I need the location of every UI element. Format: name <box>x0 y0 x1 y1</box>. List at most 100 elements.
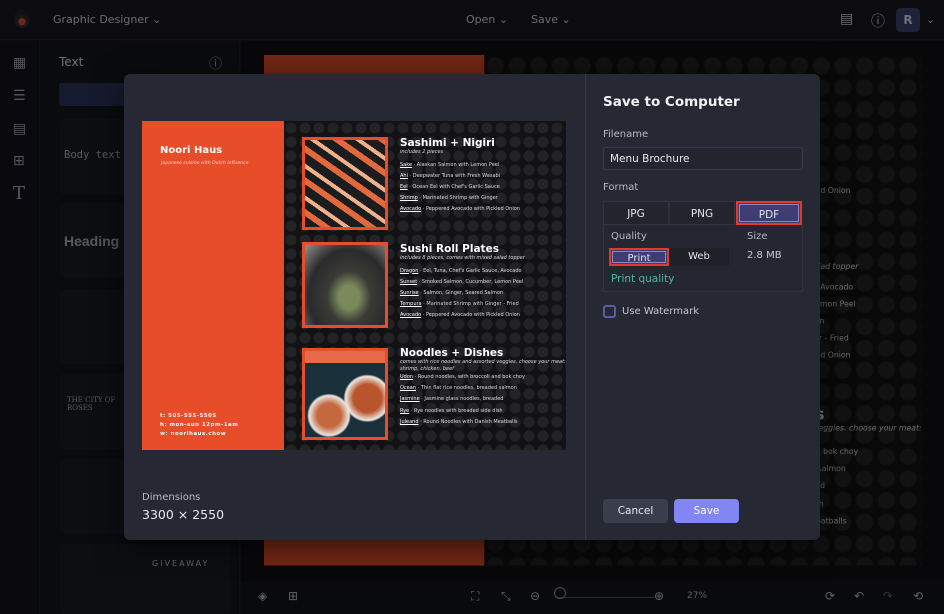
zoom-slider-handle[interactable] <box>554 587 566 599</box>
section-title: Sushi Roll Plates <box>400 243 499 255</box>
menu-item-text: Jasmine <box>400 396 420 403</box>
menu-item-text: Tempura <box>400 301 422 308</box>
giveaway-card[interactable]: GIVEAWAY <box>150 544 230 614</box>
menu-item: Ocean · Thin flat rice noodles, breaded … <box>400 385 566 396</box>
info-icon[interactable]: ⓘ <box>209 53 222 72</box>
menu-item-text: Dragon <box>400 267 419 274</box>
contact-hours: h: mon-sun 12pm-1am <box>160 422 239 428</box>
noodles-photo <box>302 348 388 440</box>
filename-input[interactable]: Menu Brochure <box>603 147 803 170</box>
menu-item: Juleand · Round Noodles with Danish Meat… <box>400 419 566 430</box>
menu-item-text: Eel <box>400 183 408 190</box>
menu-item-text: · Peppered Avocado with Pickled Onion <box>421 312 520 319</box>
menu-item: Dragon · Eel, Tuna, Chef's Garlic Sauce,… <box>400 268 566 279</box>
menu-item: Eel · Ocean Eel with Chef's Garlic Sauce <box>400 184 566 195</box>
templates-icon[interactable]: ▦ <box>13 55 26 71</box>
project-menu[interactable]: Graphic Designer ⌄ <box>53 13 161 26</box>
top-bar: Graphic Designer ⌄ Open ⌄ Save ⌄ ▤ ⓘ R ⌄ <box>0 0 944 40</box>
quality-web-button[interactable]: Web <box>669 248 729 266</box>
avatar[interactable]: R <box>896 8 920 32</box>
quality-box: Quality Print Web Size 2.8 MB Print qual… <box>603 226 803 292</box>
chevron-down-icon: ⌄ <box>498 13 509 26</box>
watermark-checkbox[interactable] <box>603 305 616 318</box>
menu-item-text: Ahi <box>400 172 408 179</box>
format-jpg-button[interactable]: JPG <box>603 201 669 225</box>
watermark-label[interactable]: Use Watermark <box>622 306 699 317</box>
restaurant-name: Noori Haus <box>160 145 223 156</box>
app-logo[interactable] <box>14 10 30 28</box>
zoom-in-icon[interactable]: ⊕ <box>654 589 664 603</box>
section-subtitle: includes 8 pieces, comes with mixed sala… <box>400 255 525 261</box>
grid-icon[interactable]: ⊞ <box>288 589 298 603</box>
zoom-out-icon[interactable]: ⊖ <box>530 589 540 603</box>
avatar-chevron-icon[interactable]: ⌄ <box>926 13 935 26</box>
menu-item-text: Ocean <box>400 385 416 392</box>
format-pdf-button[interactable]: PDF <box>736 201 802 225</box>
elements-icon[interactable]: ⊞ <box>13 153 25 169</box>
open-menu[interactable]: Open ⌄ <box>466 13 508 26</box>
section-title: Sashimi + Nigiri <box>400 137 495 149</box>
cancel-button[interactable]: Cancel <box>603 499 668 523</box>
section-subtitle: comes with rice noodles and assorted veg… <box>400 359 566 372</box>
menu-item-text: · Salmon, Ginger, Seared Salmon <box>418 289 504 296</box>
brochure-preview: Noori Haus Japanese cuisine with Dutch i… <box>142 121 566 450</box>
menu-item: Sake · Alaskan Salmon with Lemon Peel <box>400 162 566 173</box>
menu-item: Tempura · Marinated Shrimp with Ginger -… <box>400 301 566 312</box>
save-menu[interactable]: Save ⌄ <box>531 13 571 26</box>
layout-icon[interactable]: ▤ <box>13 121 26 137</box>
card-label: Heading <box>64 233 120 249</box>
layers-icon[interactable]: ◈ <box>258 589 267 603</box>
menu-item-text: · Marinated Shrimp with Ginger <box>417 195 498 202</box>
menu-item-text: · Jasmine glass noodles, breaded <box>419 396 504 403</box>
menu-item-text: · Eel, Tuna, Chef's Garlic Sauce, Avocad… <box>418 267 522 274</box>
restaurant-tagline: Japanese cuisine with Dutch influence <box>161 161 249 166</box>
quality-print-button[interactable]: Print <box>609 248 669 266</box>
bottom-toolbar: ◈ ⊞ ⛶ ⤡ ⊖ ⊕ 27% ⟳ ↶ ↷ ⟲ <box>241 581 944 614</box>
size-label: Size <box>747 231 768 242</box>
menu-item-text: Juleand <box>400 418 419 425</box>
menu-item-text: · Rye noodles with breaded side dish <box>409 407 503 414</box>
adjust-icon[interactable]: ☰ <box>13 88 26 104</box>
menu-item-text: · Alaskan Salmon with Lemon Peel <box>412 161 500 168</box>
undo-icon[interactable]: ↶ <box>854 589 864 603</box>
brochure-cover-panel <box>142 121 284 450</box>
menu-item: Shrimp · Marinated Shrimp with Ginger <box>400 195 566 206</box>
zoom-slider[interactable] <box>555 597 655 598</box>
help-icon[interactable]: ⓘ <box>871 11 885 31</box>
menu-section: Sashimi + Nigiriincludes 2 pieces Sake ·… <box>400 137 566 217</box>
save-dialog: Noori Haus Japanese cuisine with Dutch i… <box>124 74 820 540</box>
fit-screen-icon[interactable]: ⛶ <box>471 589 479 604</box>
menu-item-text: Avocado <box>400 206 422 213</box>
redo-icon[interactable]: ↷ <box>883 589 893 603</box>
text-icon[interactable]: T <box>13 183 25 204</box>
refresh-icon[interactable]: ⟳ <box>825 589 835 603</box>
project-name: Graphic Designer <box>53 13 149 26</box>
quality-label: Quality <box>611 231 647 242</box>
menu-item-text: Udon <box>400 374 414 380</box>
menu-item-text: · Ocean Eel with Chef's Garlic Sauce <box>407 183 500 190</box>
filename-label: Filename <box>603 129 649 140</box>
save-button[interactable]: Save <box>674 499 739 523</box>
quality-note: Print quality <box>611 273 675 285</box>
chevron-down-icon: ⌄ <box>561 13 571 26</box>
menu-item-text: · Round Noodles with Danish Meatballs <box>418 418 518 425</box>
design-preview: Noori Haus Japanese cuisine with Dutch i… <box>142 121 566 450</box>
small-text-card[interactable] <box>60 544 155 614</box>
comments-icon[interactable]: ▤ <box>840 11 853 27</box>
chevron-down-icon: ⌄ <box>152 13 162 26</box>
shrink-icon[interactable]: ⤡ <box>501 589 511 604</box>
history-icon[interactable]: ⟲ <box>913 589 923 603</box>
format-png-button[interactable]: PNG <box>669 201 735 225</box>
menu-section: Sushi Roll Platesincludes 8 pieces, come… <box>400 243 566 323</box>
menu-item-text: · Peppered Avocado with Pickled Onion <box>421 206 520 213</box>
save-options-panel: Save to Computer Filename Menu Brochure … <box>585 74 820 540</box>
zoom-level: 27% <box>687 591 708 601</box>
menu-item: Avocado · Peppered Avocado with Pickled … <box>400 206 566 217</box>
menu-item-text: Avocado <box>400 312 422 319</box>
card-label: Body text <box>64 149 121 161</box>
tool-rail: ▦ ☰ ▤ ⊞ T <box>0 41 40 614</box>
dialog-title: Save to Computer <box>603 94 740 110</box>
menu-item: Avocado · Peppered Avocado with Pickled … <box>400 312 566 323</box>
dimensions-value: 3300 × 2550 <box>142 507 225 522</box>
menu-item-text: Sunset <box>400 278 418 285</box>
